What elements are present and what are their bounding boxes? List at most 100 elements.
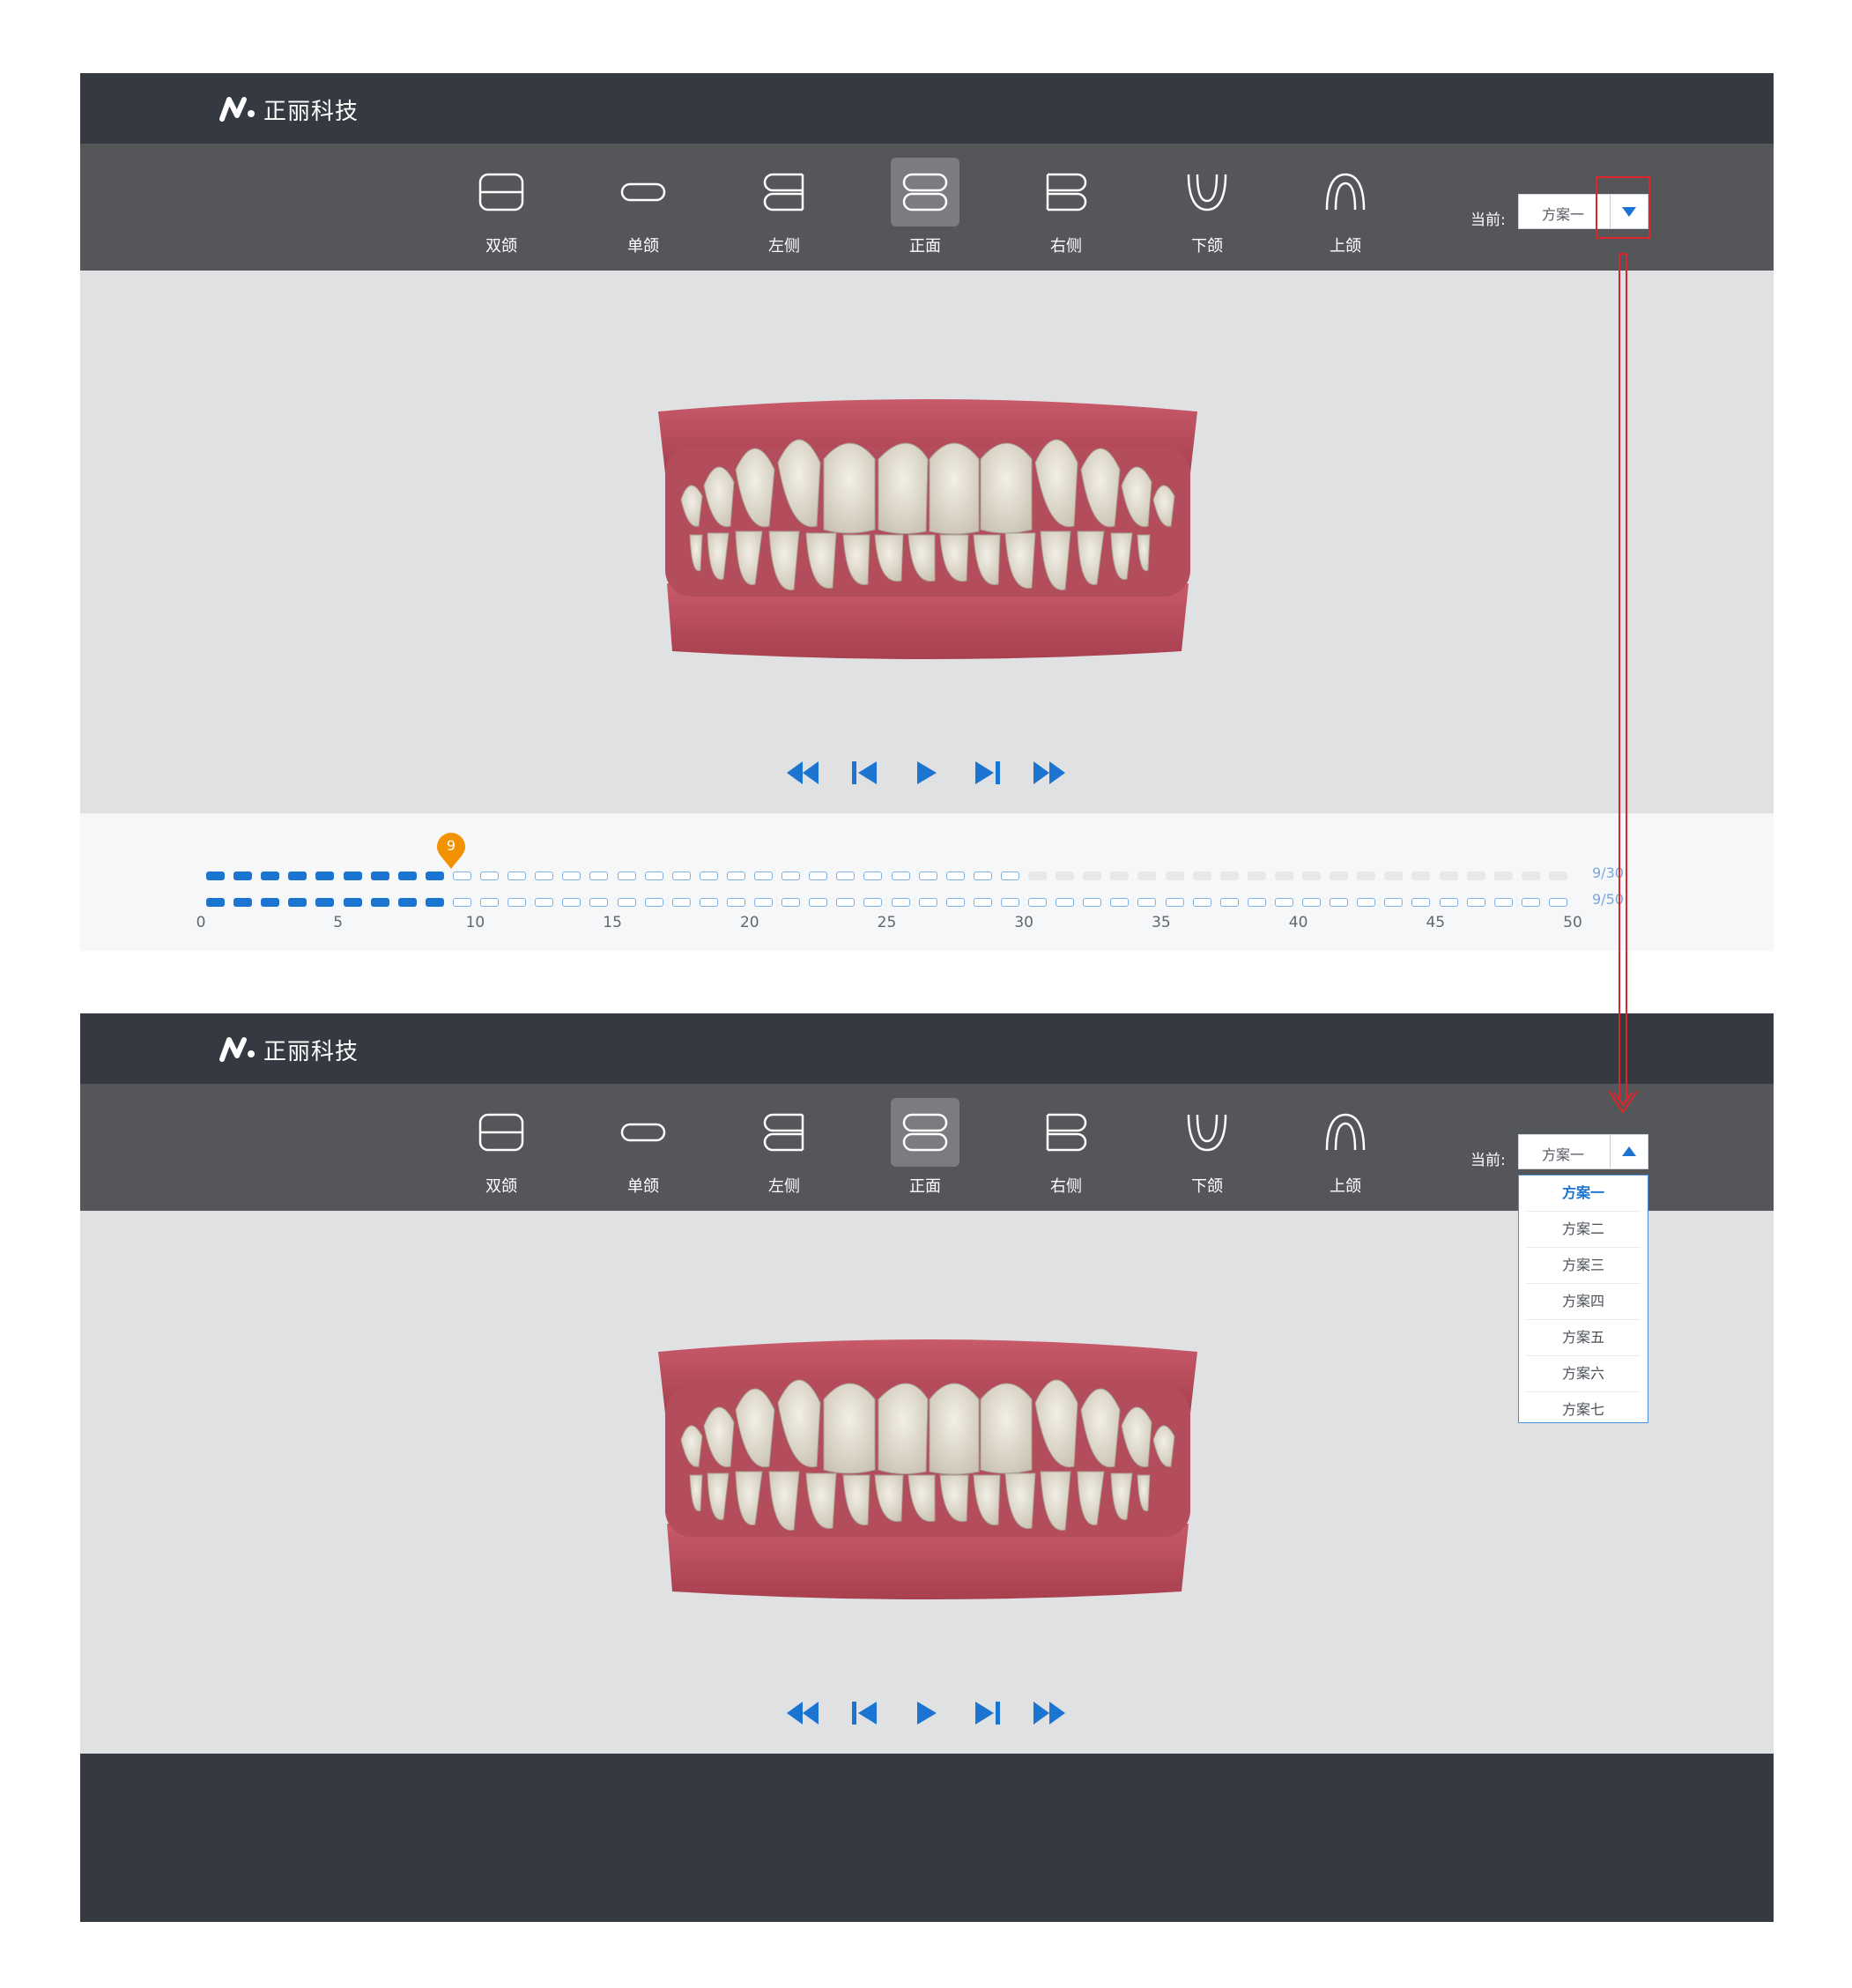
stage-segment-todo[interactable]	[1247, 898, 1266, 907]
dropdown-option[interactable]: 方案七	[1526, 1392, 1641, 1428]
stage-segment-todo[interactable]	[1137, 898, 1157, 907]
stage-segment-todo[interactable]	[562, 898, 582, 907]
stage-segment-todo[interactable]	[1330, 898, 1349, 907]
stage-segment-todo[interactable]	[918, 872, 937, 880]
stage-segment-none[interactable]	[1466, 872, 1485, 880]
stage-segment-none[interactable]	[1083, 872, 1102, 880]
stage-segment-none[interactable]	[1548, 872, 1567, 880]
stage-segment-todo[interactable]	[671, 898, 691, 907]
stage-segment-todo[interactable]	[644, 898, 663, 907]
stage-segment-todo[interactable]	[1439, 898, 1458, 907]
stage-segment-todo[interactable]	[1274, 898, 1293, 907]
stage-segment-done[interactable]	[233, 898, 253, 907]
stage-segment-todo[interactable]	[1411, 898, 1431, 907]
stage-segment-todo[interactable]	[863, 898, 883, 907]
stage-segment-none[interactable]	[1247, 872, 1266, 880]
stage-segment-todo[interactable]	[1110, 898, 1130, 907]
stage-segment-todo[interactable]	[782, 872, 801, 880]
stage-segment-todo[interactable]	[507, 898, 527, 907]
stage-segment-done[interactable]	[425, 872, 444, 880]
current-step-marker[interactable]: 9	[435, 833, 467, 870]
stage-segment-done[interactable]	[425, 898, 444, 907]
stage-segment-todo[interactable]	[1056, 898, 1075, 907]
stage-segment-todo[interactable]	[973, 898, 992, 907]
stage-segment-todo[interactable]	[507, 872, 527, 880]
plan-select[interactable]: 方案一	[1518, 1134, 1648, 1169]
dropdown-option[interactable]: 方案五	[1526, 1320, 1641, 1356]
stage-segment-none[interactable]	[1219, 872, 1239, 880]
stage-segment-none[interactable]	[1165, 872, 1184, 880]
stage-segment-todo[interactable]	[1466, 898, 1485, 907]
stage-segment-todo[interactable]	[918, 898, 937, 907]
tool-single-jaw[interactable]: 单颌	[608, 158, 678, 256]
tool-double-jaw[interactable]: 双颌	[466, 158, 537, 256]
stage-segment-done[interactable]	[261, 872, 280, 880]
stage-segment-none[interactable]	[1302, 872, 1321, 880]
stage-segment-todo[interactable]	[1384, 898, 1404, 907]
stage-segment-todo[interactable]	[1083, 898, 1102, 907]
stage-segment-done[interactable]	[233, 872, 253, 880]
stage-segment-todo[interactable]	[1219, 898, 1239, 907]
stage-segment-todo[interactable]	[1192, 898, 1211, 907]
stage-segment-none[interactable]	[1028, 872, 1047, 880]
stage-segment-todo[interactable]	[863, 872, 883, 880]
step-backward-button[interactable]	[845, 755, 884, 790]
stage-segment-none[interactable]	[1439, 872, 1458, 880]
tool-single-jaw[interactable]: 单颌	[608, 1098, 678, 1196]
play-button[interactable]	[907, 1695, 945, 1731]
stage-segment-todo[interactable]	[1000, 898, 1019, 907]
stage-segment-todo[interactable]	[726, 872, 745, 880]
fast-backward-button[interactable]	[783, 755, 822, 790]
stage-segment-todo[interactable]	[1548, 898, 1567, 907]
stage-segment-todo[interactable]	[836, 898, 856, 907]
stage-segment-todo[interactable]	[480, 898, 499, 907]
tool-left-side[interactable]: 左侧	[749, 1098, 819, 1196]
stage-segment-todo[interactable]	[535, 872, 554, 880]
stage-segment-none[interactable]	[1384, 872, 1404, 880]
stage-segment-done[interactable]	[315, 872, 335, 880]
stage-segment-todo[interactable]	[809, 898, 828, 907]
stage-segment-todo[interactable]	[1493, 898, 1513, 907]
stage-segment-todo[interactable]	[617, 898, 636, 907]
tool-left-side[interactable]: 左侧	[749, 158, 819, 256]
stage-segment-todo[interactable]	[754, 898, 773, 907]
stage-segment-todo[interactable]	[644, 872, 663, 880]
tool-right-side[interactable]: 右侧	[1031, 158, 1101, 256]
tool-double-jaw[interactable]: 双颌	[466, 1098, 537, 1196]
stage-segment-todo[interactable]	[589, 872, 609, 880]
stage-segment-todo[interactable]	[699, 898, 718, 907]
stage-segment-todo[interactable]	[671, 872, 691, 880]
stage-segment-none[interactable]	[1110, 872, 1130, 880]
fast-forward-button[interactable]	[1030, 755, 1069, 790]
tool-upper-jaw[interactable]: 上颌	[1310, 158, 1381, 256]
stage-segment-none[interactable]	[1521, 872, 1540, 880]
stage-segment-todo[interactable]	[1000, 872, 1019, 880]
fast-forward-button[interactable]	[1030, 1695, 1069, 1731]
stage-segment-todo[interactable]	[973, 872, 992, 880]
stage-segment-none[interactable]	[1493, 872, 1513, 880]
stage-segment-todo[interactable]	[452, 872, 471, 880]
dropdown-option[interactable]: 方案六	[1526, 1356, 1641, 1392]
stage-segment-done[interactable]	[206, 872, 225, 880]
stage-segment-done[interactable]	[343, 872, 362, 880]
stage-segment-todo[interactable]	[699, 872, 718, 880]
dropdown-option[interactable]: 方案一	[1526, 1176, 1641, 1212]
tool-front-view[interactable]: 正面	[890, 1098, 960, 1196]
stage-segment-todo[interactable]	[945, 872, 965, 880]
stage-segment-todo[interactable]	[452, 898, 471, 907]
stage-segment-done[interactable]	[206, 898, 225, 907]
stage-segment-none[interactable]	[1357, 872, 1376, 880]
dropdown-option[interactable]: 方案二	[1526, 1212, 1641, 1248]
stage-segment-none[interactable]	[1411, 872, 1431, 880]
fast-backward-button[interactable]	[783, 1695, 822, 1731]
model-viewport[interactable]	[80, 271, 1774, 813]
stage-segment-todo[interactable]	[754, 872, 773, 880]
dropdown-option[interactable]: 方案三	[1526, 1248, 1641, 1284]
stage-segment-todo[interactable]	[726, 898, 745, 907]
stage-segment-todo[interactable]	[945, 898, 965, 907]
stage-segment-done[interactable]	[288, 898, 307, 907]
step-forward-button[interactable]	[968, 755, 1007, 790]
stage-segment-done[interactable]	[370, 872, 389, 880]
stage-segment-todo[interactable]	[617, 872, 636, 880]
tool-front-view[interactable]: 正面	[890, 158, 960, 256]
